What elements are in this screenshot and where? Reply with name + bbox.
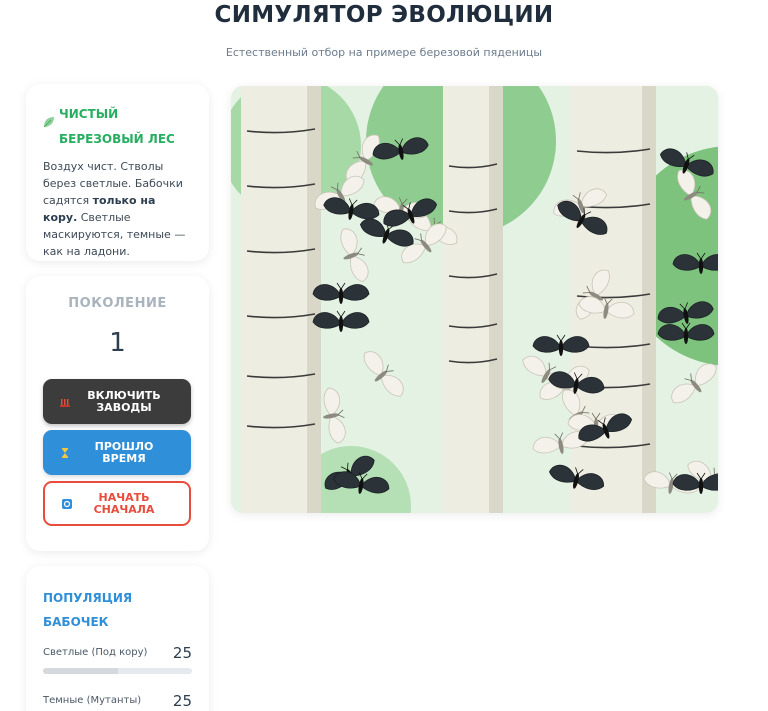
generation-label: ПОКОЛЕНИЕ (68, 296, 167, 311)
time-passed-button[interactable]: Прошло время (43, 430, 191, 475)
environment-title-line2: березовый лес (59, 132, 175, 146)
light-population-bar (43, 668, 192, 674)
page-subtitle: Естественный отбор на примере березовой … (225, 46, 543, 59)
generation-card: ПОКОЛЕНИЕ 1 Включить заводы Прошло время Н… (26, 276, 209, 551)
birch-trunk-shade (307, 86, 321, 513)
environment-description: Воздух чист. Стволы берез светлые. Бабоч… (43, 158, 193, 260)
restart-icon (62, 498, 72, 509)
page-title: СИМУЛЯТОР ЭВОЛЮЦИИ (214, 2, 554, 28)
dark-population-name: Темные (Мутанты) (43, 695, 142, 706)
environment-info-card: Чистый березовый лес Воздух чист. Стволы… (26, 84, 209, 261)
environment-title: Чистый березовый лес (59, 102, 175, 152)
hourglass-icon (62, 447, 68, 458)
leaf-icon (43, 117, 54, 128)
light-population-row: Светлые (Под кору) 25 (43, 644, 192, 662)
light-population-bar-fill (43, 668, 118, 674)
restart-label-line2: сначала (93, 502, 155, 516)
factory-icon (60, 398, 70, 407)
environment-title-line1: Чистый (59, 107, 119, 121)
birch-forest-scene[interactable] (231, 86, 718, 513)
dark-population-row: Темные (Мутанты) 25 (43, 692, 192, 710)
restart-label: Начать сначала (80, 491, 155, 516)
population-title: Популяция бабочек (43, 586, 192, 634)
light-population-count: 25 (172, 644, 192, 662)
population-title-line1: Популяция (43, 591, 133, 605)
time-passed-label: Прошло время (81, 440, 154, 465)
time-passed-label-line2: время (102, 451, 146, 465)
enable-factories-button[interactable]: Включить заводы (43, 379, 191, 424)
enable-factories-label: Включить заводы (73, 389, 160, 414)
simulation-canvas[interactable] (231, 86, 718, 513)
population-card: Популяция бабочек Светлые (Под кору) 25 … (26, 566, 209, 711)
birch-trunk-shade (489, 86, 503, 513)
dark-population-count: 25 (172, 692, 192, 710)
generation-value: 1 (109, 328, 126, 358)
population-title-line2: бабочек (43, 615, 109, 629)
light-population-name: Светлые (Под кору) (43, 647, 148, 658)
restart-button[interactable]: Начать сначала (43, 481, 191, 526)
enable-factories-label-line2: заводы (96, 400, 152, 414)
